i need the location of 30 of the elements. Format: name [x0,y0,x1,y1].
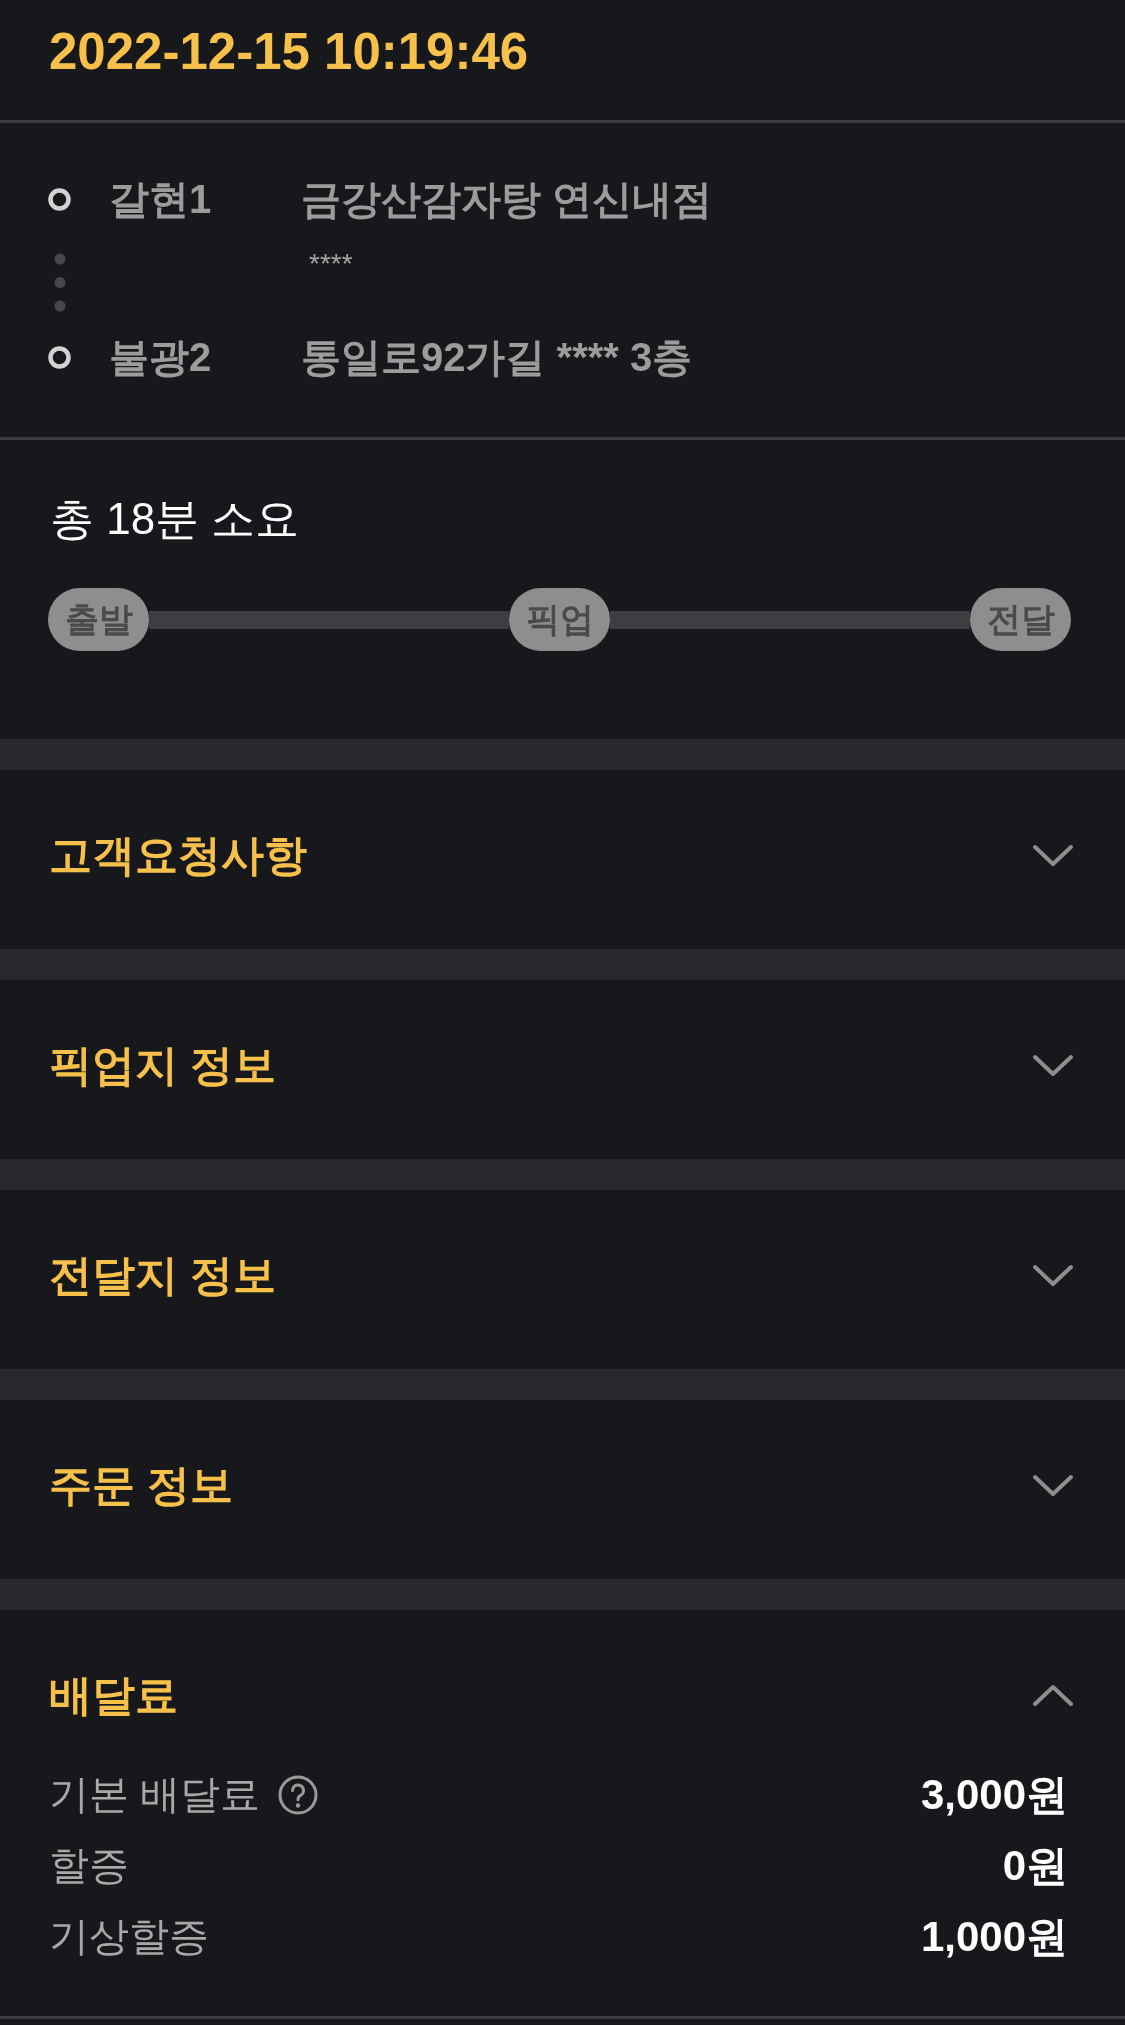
ring-icon [48,345,71,369]
fee-amount: 1,000원 [920,1912,1068,1962]
address: 통일로92가길 **** 3층 [301,334,693,381]
step-chip: 전달 [970,588,1071,651]
step-chip: 출발 [48,588,149,651]
trip-duration: 총 18분 소요 [50,493,300,545]
section-title: 주문 정보 [49,1460,233,1511]
section-title: 픽업지 정보 [49,1040,276,1091]
fee-label: 기상할증 [49,1913,209,1960]
address: 금강산감자탕 연신내점 [301,176,713,223]
ring-icon [48,187,71,211]
fee-label: 할증 [49,1842,129,1889]
help-icon[interactable] [278,1774,319,1815]
chevron-down-icon[interactable] [1033,843,1073,867]
chevron-up-icon[interactable] [1033,1683,1073,1707]
section-title: 배달료 [49,1670,178,1721]
section-title: 고객요청사항 [49,830,307,881]
fee-label: 기본 배달료 [49,1771,261,1818]
timestamp: 2022-12-15 10:19:46 [49,22,529,82]
step-chip: 픽업 [509,588,610,651]
chevron-down-icon[interactable] [1033,1263,1073,1287]
vertical-dots-icon [53,252,66,312]
fee-amount: 3,000원 [920,1770,1068,1820]
address-detail: **** [309,247,353,281]
section-title: 전달지 정보 [49,1250,276,1301]
area-name: 갈현1 [109,176,212,223]
chevron-down-icon[interactable] [1033,1053,1073,1077]
area-name: 불광2 [109,334,212,381]
chevron-down-icon[interactable] [1033,1473,1073,1497]
fee-amount: 0원 [1002,1841,1068,1891]
